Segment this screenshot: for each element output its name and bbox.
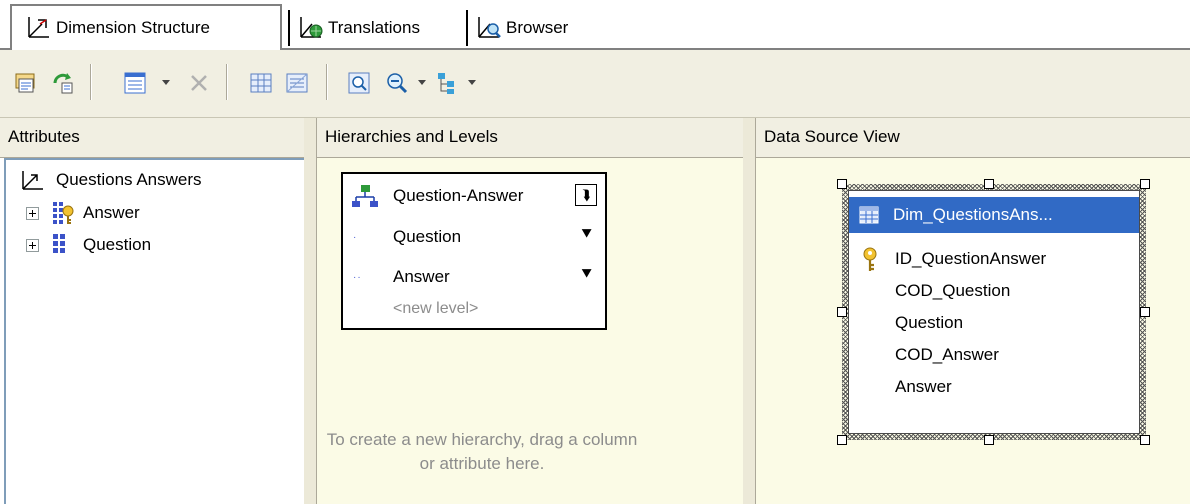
new-hierarchy-hint: To create a new hierarchy, drag a column… xyxy=(326,430,638,473)
dsv-table[interactable]: Dim_QuestionsAns... ID_QuestionAnswer CO… xyxy=(848,190,1140,434)
dsv-column[interactable]: COD_Answer xyxy=(895,345,999,365)
dsv-column[interactable]: COD_Question xyxy=(895,281,1010,301)
data-source-view-canvas[interactable]: Dim_QuestionsAns... ID_QuestionAnswer CO… xyxy=(756,158,1190,504)
dsv-column[interactable]: Question xyxy=(895,313,963,333)
hierarchy-header[interactable]: Question-Answer ⮯ xyxy=(343,174,605,218)
tab-translations[interactable]: Translations xyxy=(284,6,460,50)
attributes-pane: Attributes Questions Answers Answer Ques… xyxy=(0,118,307,504)
dimension-icon xyxy=(22,171,43,190)
level-icon: ·· xyxy=(353,271,362,283)
expand-icon[interactable] xyxy=(26,206,39,220)
resize-handle[interactable] xyxy=(837,179,847,189)
dsv-column[interactable]: ID_QuestionAnswer xyxy=(895,249,1046,269)
level-question[interactable]: · Question ⯆ xyxy=(343,218,605,256)
collapse-icon[interactable]: ⮯ xyxy=(575,184,597,206)
show-list-icon[interactable] xyxy=(284,70,310,96)
chevron-down-icon[interactable]: ⯆ xyxy=(580,226,593,244)
dimension-root-node[interactable]: Questions Answers xyxy=(20,168,202,192)
dsv-table-name: Dim_QuestionsAns... xyxy=(893,205,1053,224)
tab-dimension-structure[interactable]: Dimension Structure xyxy=(10,4,282,50)
dimension-root-label: Questions Answers xyxy=(56,170,202,189)
attributes-tree: Questions Answers Answer Question xyxy=(4,158,304,504)
hierarchies-canvas[interactable]: Question-Answer ⮯ · Question ⯆ ·· Answer… xyxy=(317,158,743,504)
reconnect-icon[interactable] xyxy=(50,70,76,96)
tab-separator xyxy=(466,10,468,46)
zoom-dropdown-arrow[interactable] xyxy=(418,80,426,85)
resize-handle[interactable] xyxy=(984,435,994,445)
hierarchy-box[interactable]: Question-Answer ⮯ · Question ⯆ ·· Answer… xyxy=(341,172,607,330)
browser-icon xyxy=(478,17,501,38)
tab-separator xyxy=(288,10,290,46)
toolbar-separator xyxy=(226,64,228,100)
tab-browser[interactable]: Browser xyxy=(462,6,602,50)
designer-toolbar xyxy=(0,50,1190,118)
pane-splitter[interactable] xyxy=(307,118,316,504)
delete-icon[interactable] xyxy=(186,70,212,96)
resize-handle[interactable] xyxy=(837,435,847,445)
key-attribute-icon xyxy=(53,202,74,224)
table-selection-frame[interactable]: Dim_QuestionsAns... ID_QuestionAnswer CO… xyxy=(842,184,1146,440)
expand-icon[interactable] xyxy=(26,238,39,252)
attribute-item-question[interactable]: Question xyxy=(26,232,151,258)
resize-handle[interactable] xyxy=(984,179,994,189)
resize-handle[interactable] xyxy=(837,307,847,317)
designer-tab-bar: Dimension Structure Translations Browser xyxy=(0,0,1190,50)
attribute-item-answer[interactable]: Answer xyxy=(26,200,140,226)
hierarchy-name: Question-Answer xyxy=(393,186,524,205)
resize-handle[interactable] xyxy=(1140,307,1150,317)
hierarchies-pane: Hierarchies and Levels Question-Answer ⮯… xyxy=(316,118,746,504)
resize-handle[interactable] xyxy=(1140,435,1150,445)
data-source-view-header: Data Source View xyxy=(756,118,1190,158)
primary-key-icon xyxy=(863,247,877,271)
resize-handle[interactable] xyxy=(1140,179,1150,189)
tab-label: Dimension Structure xyxy=(56,18,211,37)
level-label: Question xyxy=(393,227,462,246)
process-icon[interactable] xyxy=(12,70,38,96)
attribute-icon xyxy=(53,234,65,253)
dsv-table-title[interactable]: Dim_QuestionsAns... xyxy=(849,197,1139,233)
attribute-label: Answer xyxy=(83,203,140,222)
hierarchies-header: Hierarchies and Levels xyxy=(317,118,743,158)
data-source-view-pane: Data Source View Dim_QuestionsAns... ID_… xyxy=(755,118,1190,504)
pane-splitter[interactable] xyxy=(746,118,755,504)
zoom-icon[interactable] xyxy=(384,70,410,96)
zoom-fit-icon[interactable] xyxy=(346,70,372,96)
toolbar-separator xyxy=(90,64,92,100)
toolbar-separator xyxy=(326,64,328,100)
attributes-header: Attributes xyxy=(0,118,304,158)
dsv-column[interactable]: Answer xyxy=(895,377,952,397)
level-label: Answer xyxy=(393,267,450,286)
tab-label: Translations xyxy=(328,18,420,37)
attribute-label: Question xyxy=(83,235,152,254)
show-grid-icon[interactable] xyxy=(248,70,274,96)
view-icon[interactable] xyxy=(122,70,148,96)
new-level-placeholder[interactable]: <new level> xyxy=(393,300,478,318)
arrange-icon[interactable] xyxy=(434,70,460,96)
table-icon xyxy=(859,206,879,224)
view-dropdown-arrow[interactable] xyxy=(162,80,170,85)
arrange-dropdown-arrow[interactable] xyxy=(468,80,476,85)
dimension-structure-icon xyxy=(28,17,49,38)
chevron-down-icon[interactable]: ⯆ xyxy=(580,266,593,284)
level-answer[interactable]: ·· Answer ⯆ xyxy=(343,258,605,296)
translations-icon xyxy=(300,17,323,38)
tab-label: Browser xyxy=(506,18,569,37)
level-icon: · xyxy=(353,231,358,243)
hierarchy-icon xyxy=(352,185,378,207)
